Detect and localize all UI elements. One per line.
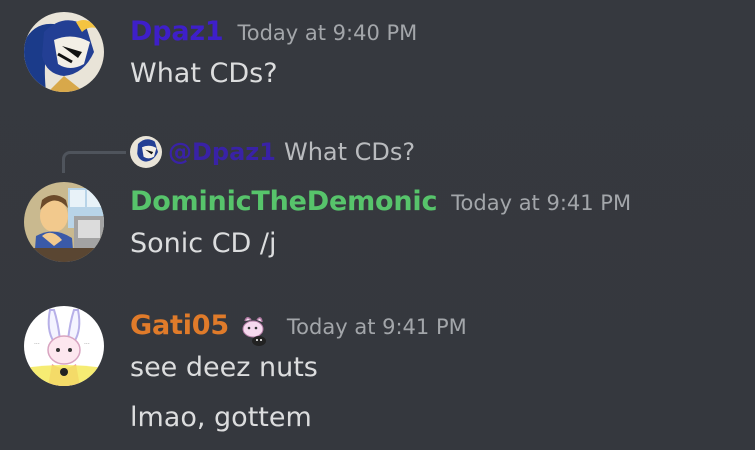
username[interactable]: Dpaz1 xyxy=(130,16,224,47)
svg-text:···: ··· xyxy=(34,341,40,348)
reply-avatar xyxy=(130,136,162,168)
reply-mention[interactable]: @Dpaz1 xyxy=(168,138,276,166)
message-header: Gati05 Today at 9:41 PM xyxy=(130,310,467,349)
message-text: Sonic CD /j xyxy=(130,228,277,259)
avatar[interactable] xyxy=(24,182,104,262)
svg-text:···: ··· xyxy=(84,341,90,348)
avatar[interactable]: ··· ··· xyxy=(24,306,104,386)
chat-message-list: Dpaz1 Today at 9:40 PM What CDs? @Dpaz1 Wh… xyxy=(0,0,755,450)
reply-text: What CDs? xyxy=(283,138,416,166)
anime-character-avatar-icon xyxy=(24,12,104,92)
reply-preview[interactable]: @Dpaz1 What CDs? xyxy=(130,136,415,170)
reply-connector xyxy=(62,151,126,173)
anime-character-avatar-icon xyxy=(130,136,162,168)
message-text: What CDs? xyxy=(130,58,278,89)
message-header: Dpaz1 Today at 9:40 PM xyxy=(130,16,417,47)
timestamp: Today at 9:41 PM xyxy=(286,315,467,339)
username[interactable]: Gati05 xyxy=(130,310,229,341)
timestamp: Today at 9:41 PM xyxy=(451,191,632,215)
avatar[interactable] xyxy=(24,12,104,92)
username[interactable]: DominicTheDemonic xyxy=(130,186,437,217)
message-header: DominicTheDemonic Today at 9:41 PM xyxy=(130,186,631,217)
pet-badge-icon[interactable] xyxy=(235,311,273,349)
cartoon-man-avatar-icon xyxy=(24,182,104,262)
bunny-character-avatar-icon: ··· ··· xyxy=(24,306,104,386)
message-text: see deez nuts xyxy=(130,352,318,383)
timestamp: Today at 9:40 PM xyxy=(237,21,418,45)
message-text: lmao, gottem xyxy=(130,402,312,433)
